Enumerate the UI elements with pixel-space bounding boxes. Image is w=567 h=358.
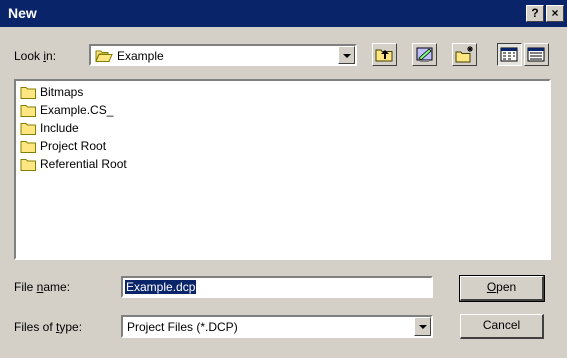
cancel-button[interactable]: Cancel <box>460 314 544 339</box>
look-in-combo[interactable]: Example <box>89 44 357 66</box>
files-of-type-value: Project Files (*.DCP) <box>127 320 238 334</box>
look-in-value: Example <box>117 49 164 63</box>
open-button[interactable]: Open <box>459 275 545 302</box>
details-view-button[interactable] <box>524 43 549 66</box>
desktop-icon <box>416 47 433 62</box>
details-view-icon <box>527 47 545 62</box>
desktop-button[interactable] <box>412 43 437 66</box>
files-of-type-combo[interactable]: Project Files (*.DCP) <box>121 315 433 338</box>
files-of-type-dropdown-button[interactable] <box>414 317 431 336</box>
folder-icon <box>20 123 36 135</box>
window-title: New <box>8 5 37 21</box>
file-name-label: File name: <box>14 280 71 294</box>
list-view-icon <box>500 47 518 62</box>
up-one-level-button[interactable] <box>372 43 397 66</box>
chevron-down-icon <box>419 325 427 329</box>
folder-icon <box>20 141 36 153</box>
files-of-type-label: Files of type: <box>14 320 83 334</box>
new-folder-icon <box>455 46 473 63</box>
close-button[interactable]: × <box>546 5 564 22</box>
list-view-button[interactable] <box>497 43 522 66</box>
file-name-input[interactable]: Example.dcp <box>121 276 433 298</box>
folder-list[interactable]: Bitmaps Example.CS_ Include Project Root… <box>14 79 551 260</box>
look-in-label: Look in: <box>14 49 57 63</box>
file-name-value: Example.dcp <box>125 280 197 294</box>
help-button[interactable]: ? <box>526 5 544 22</box>
look-in-dropdown-button[interactable] <box>338 46 355 64</box>
new-dialog: New ? × Look in: Example Bitmaps Example… <box>0 0 567 358</box>
folder-icon <box>20 87 36 99</box>
title-bar[interactable]: New ? × <box>0 0 567 27</box>
folder-icon <box>20 159 36 171</box>
new-folder-button[interactable] <box>452 43 477 66</box>
open-folder-icon <box>95 50 113 62</box>
up-one-level-icon <box>375 49 393 62</box>
chevron-down-icon <box>343 54 351 58</box>
folder-icon <box>20 105 36 117</box>
